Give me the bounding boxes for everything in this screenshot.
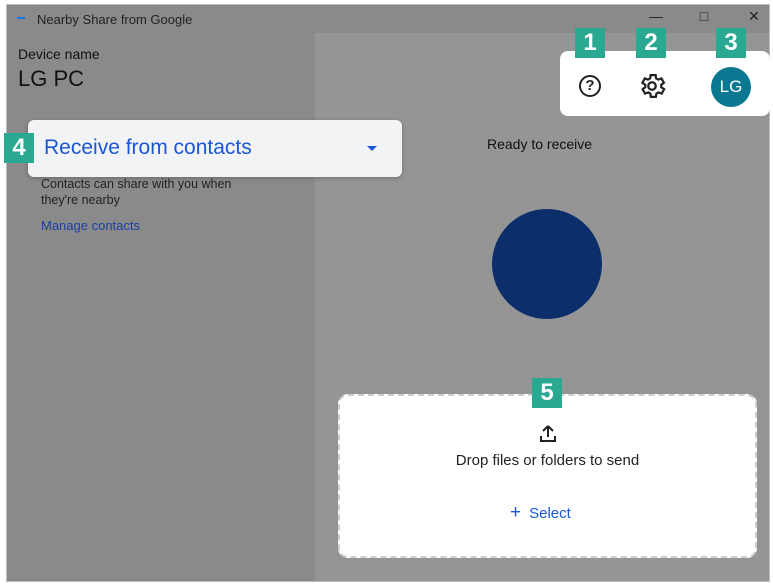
window-title: Nearby Share from Google	[37, 12, 193, 27]
device-name-label: Device name	[18, 46, 100, 62]
help-icon[interactable]: ?	[579, 75, 601, 97]
account-avatar[interactable]: LG	[711, 67, 751, 107]
callout-badge-2: 2	[636, 28, 666, 58]
dropdown-arrow-icon	[367, 146, 377, 151]
top-actions-bar: ? LG	[560, 51, 770, 116]
callout-badge-3: 3	[716, 28, 746, 58]
maximize-button[interactable]: □	[693, 8, 715, 24]
status-text: Ready to receive	[487, 136, 593, 152]
device-name: LG PC	[18, 66, 85, 91]
select-label: Select	[529, 505, 571, 522]
drop-zone[interactable]: Drop files or folders to send + Select	[338, 394, 757, 558]
receive-description: Contacts can share with you when they're…	[41, 177, 232, 207]
select-button[interactable]: + Select	[510, 502, 571, 524]
drop-instructions: Drop files or folders to send	[455, 452, 640, 469]
app-icon	[17, 17, 25, 19]
callout-badge-4: 4	[4, 133, 34, 163]
receive-option-label: Receive from contacts	[44, 136, 252, 159]
plus-icon: +	[510, 502, 522, 523]
callout-badge-5: 5	[532, 378, 562, 408]
minimize-button[interactable]: —	[645, 8, 667, 24]
manage-contacts-link[interactable]: Manage contacts	[41, 218, 140, 233]
settings-gear-icon[interactable]	[637, 71, 667, 101]
close-button[interactable]: ✕	[743, 8, 765, 25]
left-pane	[7, 33, 315, 581]
callout-badge-1: 1	[575, 28, 605, 58]
receive-indicator-circle	[492, 209, 602, 319]
upload-icon	[540, 425, 556, 442]
receive-visibility-dropdown[interactable]: Receive from contacts	[28, 120, 402, 177]
